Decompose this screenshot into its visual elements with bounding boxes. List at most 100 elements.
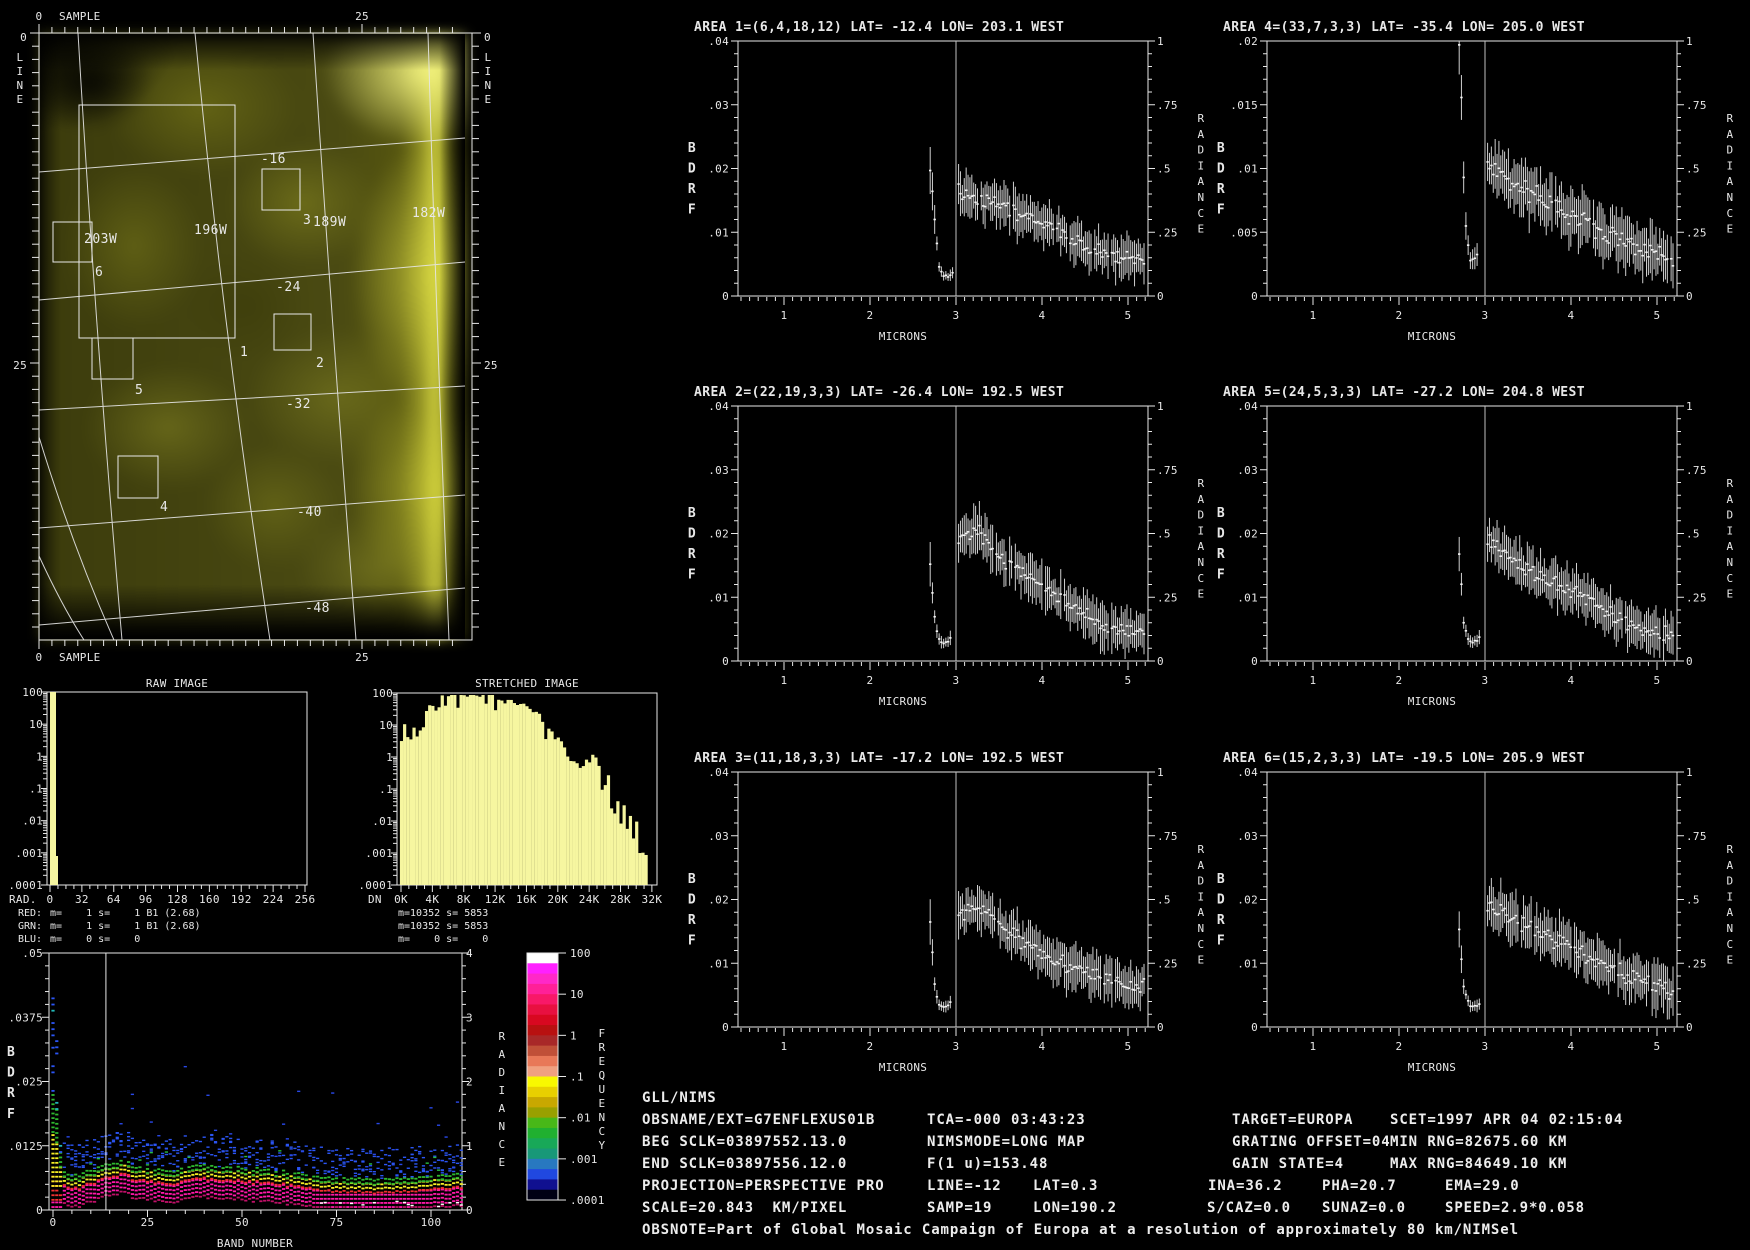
- svg-text:100: 100: [22, 686, 43, 699]
- svg-text:m= 1 s= 1 B1 (2.68): m= 1 s= 1 B1 (2.68): [50, 921, 201, 932]
- svg-text:R: R: [1198, 112, 1205, 125]
- svg-text:3: 3: [953, 1040, 960, 1053]
- area-3-spectrum: AREA 3=(11,18,3,3) LAT= -17.2 LON= 192.5…: [688, 751, 1205, 1074]
- svg-text:.25: .25: [1686, 591, 1707, 604]
- svg-text:.04: .04: [1237, 400, 1258, 413]
- svg-text:STRETCHED IMAGE: STRETCHED IMAGE: [475, 677, 579, 690]
- svg-text:6: 6: [95, 265, 103, 280]
- svg-text:Y: Y: [599, 1139, 606, 1152]
- svg-text:A: A: [1727, 175, 1734, 188]
- svg-text:DN: DN: [368, 893, 382, 906]
- svg-text:m= 0 s= 0: m= 0 s= 0: [398, 934, 488, 945]
- svg-text:AREA 3=(11,18,3,3) LAT= -17.2: AREA 3=(11,18,3,3) LAT= -17.2 LON= 192.5…: [694, 751, 1064, 766]
- svg-text:0: 0: [1157, 1021, 1164, 1034]
- svg-text:.25: .25: [1157, 591, 1178, 604]
- svg-text:MICRONS: MICRONS: [879, 330, 927, 343]
- svg-text:C: C: [1727, 938, 1734, 951]
- svg-text:D: D: [1727, 875, 1734, 888]
- svg-text:.75: .75: [1157, 464, 1178, 477]
- svg-text:100: 100: [570, 947, 591, 960]
- svg-text:.1: .1: [570, 1071, 584, 1084]
- svg-text:F: F: [1217, 568, 1225, 583]
- svg-text:0: 0: [1686, 1021, 1693, 1034]
- svg-text:2: 2: [1396, 309, 1403, 322]
- svg-text:L: L: [485, 51, 492, 64]
- svg-text:0K: 0K: [394, 893, 408, 906]
- nims-display: 0SAMPLE250SAMPLE25025025LLIINNEE-16-24-3…: [0, 0, 1750, 1250]
- svg-text:160: 160: [199, 893, 220, 906]
- svg-text:.1: .1: [379, 783, 393, 796]
- svg-text:R: R: [1198, 477, 1205, 490]
- svg-text:1: 1: [240, 345, 248, 360]
- svg-text:5: 5: [1654, 674, 1661, 687]
- metadata-text: MIN RNG=82675.60 KM: [1390, 1134, 1567, 1150]
- svg-text:A: A: [499, 1048, 506, 1061]
- svg-text:.5: .5: [1157, 528, 1171, 541]
- svg-text:10: 10: [29, 718, 43, 731]
- svg-text:4: 4: [1039, 674, 1046, 687]
- svg-text:.01: .01: [372, 815, 393, 828]
- svg-text:.1: .1: [29, 783, 43, 796]
- svg-text:E: E: [1198, 954, 1205, 967]
- svg-text:2: 2: [867, 309, 874, 322]
- svg-text:10: 10: [570, 988, 584, 1001]
- svg-text:A: A: [1198, 128, 1205, 141]
- svg-text:.5: .5: [1686, 528, 1700, 541]
- svg-text:I: I: [1727, 159, 1734, 172]
- svg-text:A: A: [1727, 493, 1734, 506]
- metadata-text: PROJECTION=PERSPECTIVE PRO: [642, 1178, 885, 1194]
- metadata-text: SCET=1997 APR 04 02:15:04: [1390, 1112, 1623, 1128]
- svg-text:.025: .025: [15, 1076, 43, 1089]
- svg-text:.001: .001: [570, 1153, 598, 1166]
- svg-text:D: D: [1217, 893, 1225, 908]
- svg-text:1: 1: [1686, 35, 1693, 48]
- svg-text:I: I: [1198, 159, 1205, 172]
- svg-text:192: 192: [231, 893, 252, 906]
- svg-text:1: 1: [1686, 766, 1693, 779]
- svg-text:E: E: [599, 1097, 606, 1110]
- svg-text:R: R: [1727, 843, 1734, 856]
- svg-text:m= 0 s= 0: m= 0 s= 0: [50, 934, 140, 945]
- svg-text:5: 5: [1125, 309, 1132, 322]
- area-1-spectrum: AREA 1=(6,4,18,12) LAT= -12.4 LON= 203.1…: [688, 20, 1205, 343]
- svg-text:C: C: [1727, 207, 1734, 220]
- svg-text:.04: .04: [708, 400, 729, 413]
- svg-text:MICRONS: MICRONS: [1408, 330, 1456, 343]
- svg-text:4K: 4K: [425, 893, 439, 906]
- svg-text:m= 1 s= 1 B1 (2.68): m= 1 s= 1 B1 (2.68): [50, 908, 201, 919]
- svg-text:64: 64: [107, 893, 121, 906]
- svg-text:R: R: [599, 1041, 606, 1054]
- svg-text:25: 25: [355, 10, 369, 23]
- svg-text:R: R: [1217, 182, 1225, 197]
- svg-text:189W: 189W: [313, 215, 346, 230]
- svg-text:3: 3: [1482, 674, 1489, 687]
- metadata-text: TARGET=EUROPA: [1232, 1112, 1353, 1128]
- svg-text:-32: -32: [286, 397, 311, 412]
- svg-text:0: 0: [36, 651, 43, 664]
- svg-text:.03: .03: [1237, 830, 1258, 843]
- svg-text:1: 1: [466, 1140, 473, 1153]
- svg-text:RAD.: RAD.: [9, 893, 37, 906]
- svg-text:R: R: [1198, 843, 1205, 856]
- svg-text:N: N: [1727, 556, 1734, 569]
- svg-text:.02: .02: [1237, 894, 1258, 907]
- svg-text:B: B: [1217, 506, 1225, 521]
- spectrum-data: [929, 501, 1145, 659]
- svg-text:.25: .25: [1686, 226, 1707, 239]
- svg-text:N: N: [499, 1120, 506, 1133]
- svg-text:MICRONS: MICRONS: [879, 1061, 927, 1074]
- svg-text:2: 2: [1396, 1040, 1403, 1053]
- spectrum-data: [929, 147, 1145, 286]
- metadata-text: PHA=20.7: [1322, 1178, 1397, 1194]
- svg-text:0: 0: [1686, 655, 1693, 668]
- svg-text:0: 0: [722, 1021, 729, 1034]
- metadata-text: GRATING OFFSET=04: [1232, 1134, 1391, 1150]
- svg-text:BAND NUMBER: BAND NUMBER: [217, 1237, 293, 1250]
- svg-text:B: B: [688, 506, 696, 521]
- band-density-plot: .054.03753.0252.0125100BDRF0255075100BAN…: [7, 947, 606, 1250]
- spectrum-data: [1458, 878, 1674, 1020]
- svg-text:.01: .01: [708, 957, 729, 970]
- svg-text:5: 5: [1654, 309, 1661, 322]
- svg-text:.02: .02: [1237, 35, 1258, 48]
- metadata-text: MAX RNG=84649.10 KM: [1390, 1156, 1567, 1172]
